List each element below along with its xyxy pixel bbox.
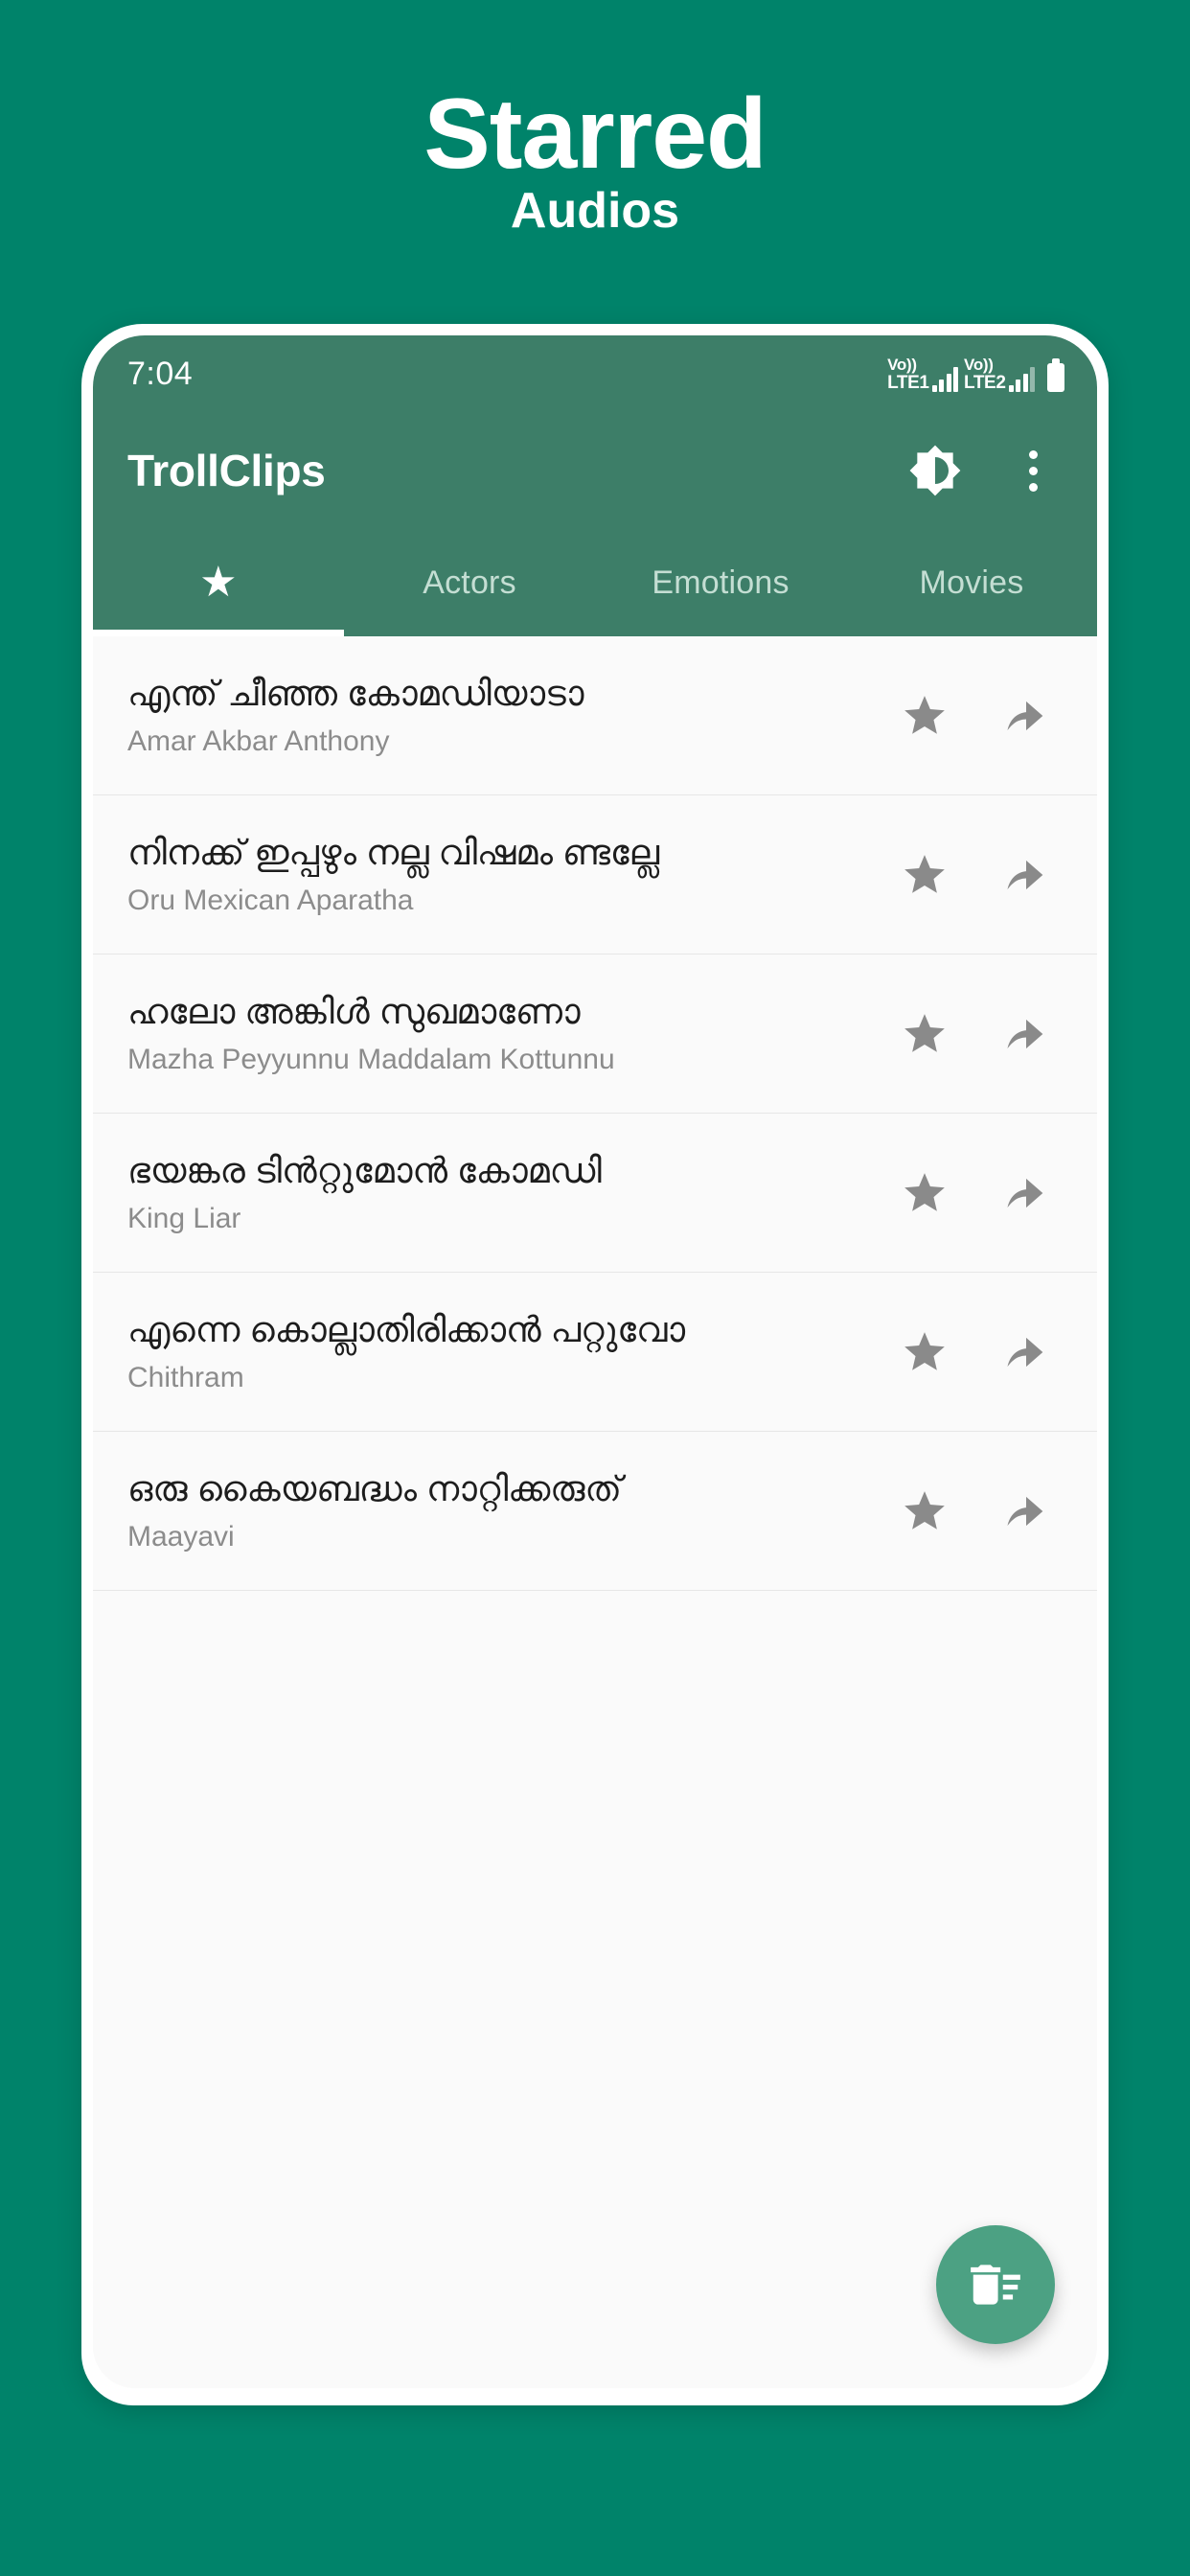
status-bar: 7:04 Vo)) LTE1 Vo)) LTE2 (93, 335, 1097, 412)
star-filled-icon[interactable] (896, 1164, 953, 1222)
row-subtitle: Oru Mexican Aparatha (127, 884, 414, 916)
app-bar: TrollClips (93, 412, 1097, 529)
kebab-dots (1028, 449, 1038, 492)
promo-title: Starred (423, 79, 767, 190)
row-title: ഹലോ അങ്കിൾ സുഖമാണോ (127, 992, 581, 1032)
table-row[interactable]: ഭയങ്കര ടിൻറ്റുമോൻ കോമഡി King Liar (93, 1114, 1097, 1273)
row-title: എന്നെ കൊല്ലാതിരിക്കാൻ പറ്റുവോ (127, 1310, 685, 1350)
row-actions (879, 687, 1055, 745)
sim1-network-text: LTE1 (887, 372, 929, 393)
delete-sweep-icon (971, 2265, 1020, 2305)
tab-actors[interactable]: Actors (344, 529, 595, 636)
phone-frame: 7:04 Vo)) LTE1 Vo)) LTE2 TrollClips ★ Ac… (81, 324, 1109, 2405)
table-row[interactable]: എന്ത് ചീഞ്ഞ കോമഡിയാടാ Amar Akbar Anthony (93, 636, 1097, 795)
sim2-signal-icon (1008, 366, 1035, 392)
star-filled-icon[interactable] (896, 1323, 953, 1381)
share-arrow-icon[interactable] (997, 1483, 1055, 1540)
star-icon: ★ (199, 559, 238, 606)
row-actions (879, 1005, 1055, 1063)
row-title: ഒരു കൈയബദ്ധം നാറ്റിക്കരുത് (127, 1469, 622, 1509)
share-arrow-icon[interactable] (997, 1005, 1055, 1063)
row-title: ഭയങ്കര ടിൻറ്റുമോൻ കോമഡി (127, 1151, 602, 1191)
table-row[interactable]: ഒരു കൈയബദ്ധം നാറ്റിക്കരുത് Maayavi (93, 1432, 1097, 1591)
promo-subtitle: Audios (510, 183, 680, 239)
table-row[interactable]: ഹലോ അങ്കിൾ സുഖമാണോ Mazha Peyyunnu Maddal… (93, 954, 1097, 1114)
star-filled-icon[interactable] (896, 687, 953, 745)
sim1-volte-text: Vo)) (887, 355, 917, 374)
row-actions (879, 1483, 1055, 1540)
row-text: നിനക്ക് ഇപ്പഴും നല്ല വിഷമം ണ്ടല്ലേ Oru M… (127, 831, 879, 917)
audio-list[interactable]: എന്ത് ചീഞ്ഞ കോമഡിയാടാ Amar Akbar Anthony (93, 636, 1097, 2388)
battery-icon (1047, 357, 1064, 392)
sim1-indicator: Vo)) LTE1 (887, 355, 959, 393)
sim2-network-text: LTE2 (964, 372, 1006, 393)
star-filled-icon[interactable] (896, 1483, 953, 1540)
share-arrow-icon[interactable] (997, 687, 1055, 745)
status-clock: 7:04 (127, 355, 194, 392)
share-arrow-icon[interactable] (997, 1164, 1055, 1222)
row-text: ഹലോ അങ്കിൾ സുഖമാണോ Mazha Peyyunnu Maddal… (127, 990, 879, 1076)
sim2-volte-text: Vo)) (964, 355, 994, 374)
star-filled-icon[interactable] (896, 1005, 953, 1063)
row-text: എന്നെ കൊല്ലാതിരിക്കാൻ പറ്റുവോ Chithram (127, 1308, 879, 1394)
app-title: TrollClips (127, 446, 326, 495)
tab-emotions[interactable]: Emotions (595, 529, 846, 636)
row-subtitle: Mazha Peyyunnu Maddalam Kottunnu (127, 1043, 615, 1075)
row-subtitle: Maayavi (127, 1520, 235, 1552)
brightness-medium-icon[interactable] (900, 435, 971, 506)
row-text: ഒരു കൈയബദ്ധം നാറ്റിക്കരുത് Maayavi (127, 1467, 879, 1553)
share-arrow-icon[interactable] (997, 1323, 1055, 1381)
status-indicators: Vo)) LTE1 Vo)) LTE2 (887, 356, 1064, 392)
row-title: എന്ത് ചീഞ്ഞ കോമഡിയാടാ (127, 674, 584, 714)
row-subtitle: King Liar (127, 1202, 241, 1234)
star-filled-icon[interactable] (896, 846, 953, 904)
sim2-indicator: Vo)) LTE2 (964, 356, 1035, 392)
tab-bar: ★ Actors Emotions Movies (93, 529, 1097, 636)
row-actions (879, 1164, 1055, 1222)
row-subtitle: Amar Akbar Anthony (127, 724, 390, 757)
phone-screen: 7:04 Vo)) LTE1 Vo)) LTE2 TrollClips ★ Ac… (93, 335, 1097, 2388)
row-title: നിനക്ക് ഇപ്പഴും നല്ല വിഷമം ണ്ടല്ലേ (127, 833, 659, 873)
share-arrow-icon[interactable] (997, 846, 1055, 904)
sim1-signal-icon (931, 366, 959, 392)
table-row[interactable]: നിനക്ക് ഇപ്പഴും നല്ല വിഷമം ണ്ടല്ലേ Oru M… (93, 795, 1097, 954)
app-bar-actions (900, 435, 1068, 506)
promo-screenshot: Starred Audios 7:04 Vo)) LTE1 Vo)) LTE2 … (0, 0, 1190, 2576)
tab-movies[interactable]: Movies (846, 529, 1097, 636)
row-text: എന്ത് ചീഞ്ഞ കോമഡിയാടാ Amar Akbar Anthony (127, 672, 879, 758)
sim1-volte-label: Vo)) LTE1 (887, 355, 929, 393)
delete-sweep-fab[interactable] (936, 2225, 1055, 2344)
row-actions (879, 1323, 1055, 1381)
table-row[interactable]: എന്നെ കൊല്ലാതിരിക്കാൻ പറ്റുവോ Chithram (93, 1273, 1097, 1432)
more-vert-icon[interactable] (997, 435, 1068, 506)
row-text: ഭയങ്കര ടിൻറ്റുമോൻ കോമഡി King Liar (127, 1149, 879, 1235)
row-actions (879, 846, 1055, 904)
sim2-volte-label: Vo)) LTE2 (964, 355, 1006, 393)
row-subtitle: Chithram (127, 1361, 244, 1393)
tab-starred[interactable]: ★ (93, 529, 344, 636)
